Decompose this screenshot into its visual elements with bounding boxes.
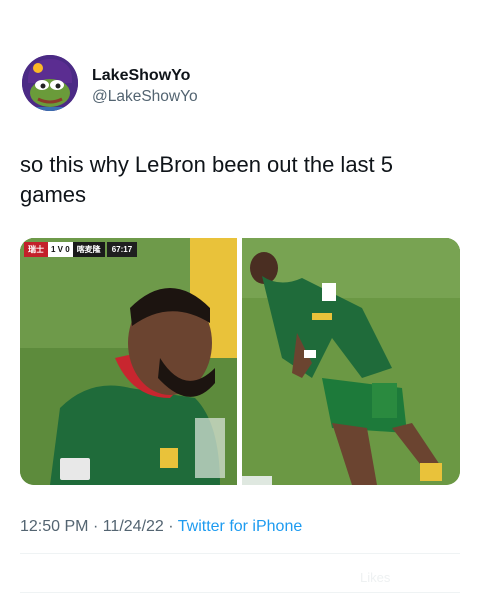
avatar[interactable] xyxy=(22,55,78,111)
tweet-meta: 12:50 PM · 11/24/22 · Twitter for iPhone xyxy=(20,517,302,537)
player-closeup-image xyxy=(20,238,237,485)
tweet-source-link[interactable]: Twitter for iPhone xyxy=(178,518,303,535)
scorebug: 瑞士 1 V 0 喀麦隆 67:17 xyxy=(24,242,138,257)
scorebug-team1: 瑞士 xyxy=(24,242,48,257)
divider-bottom xyxy=(20,592,460,593)
tweet-time[interactable]: 12:50 PM xyxy=(20,518,88,535)
scorebug-time: 67:17 xyxy=(106,242,138,257)
pepe-lakers-avatar-icon xyxy=(22,55,78,111)
tweet-card: LakeShowYo @LakeShowYo so this why LeBro… xyxy=(0,0,479,600)
tweet-date[interactable]: 11/24/22 xyxy=(103,518,164,535)
photo-right[interactable] xyxy=(242,238,460,485)
user-handle[interactable]: @LakeShowYo xyxy=(92,87,198,107)
tweet-text: so this why LeBron been out the last 5 g… xyxy=(20,152,394,207)
author-block: LakeShowYo @LakeShowYo xyxy=(92,66,198,107)
media-grid: 瑞士 1 V 0 喀麦隆 67:17 xyxy=(20,238,460,485)
likes-label[interactable]: Likes xyxy=(360,570,390,585)
display-name[interactable]: LakeShowYo xyxy=(92,66,198,85)
photo-left[interactable]: 瑞士 1 V 0 喀麦隆 67:17 xyxy=(20,238,237,485)
scorebug-team2: 喀麦隆 xyxy=(72,242,105,257)
player-walking-image xyxy=(242,238,460,485)
scorebug-score: 1 V 0 xyxy=(48,242,73,257)
meta-separator: · xyxy=(92,518,99,535)
divider-top xyxy=(20,553,460,554)
meta-separator-2: · xyxy=(168,518,174,535)
